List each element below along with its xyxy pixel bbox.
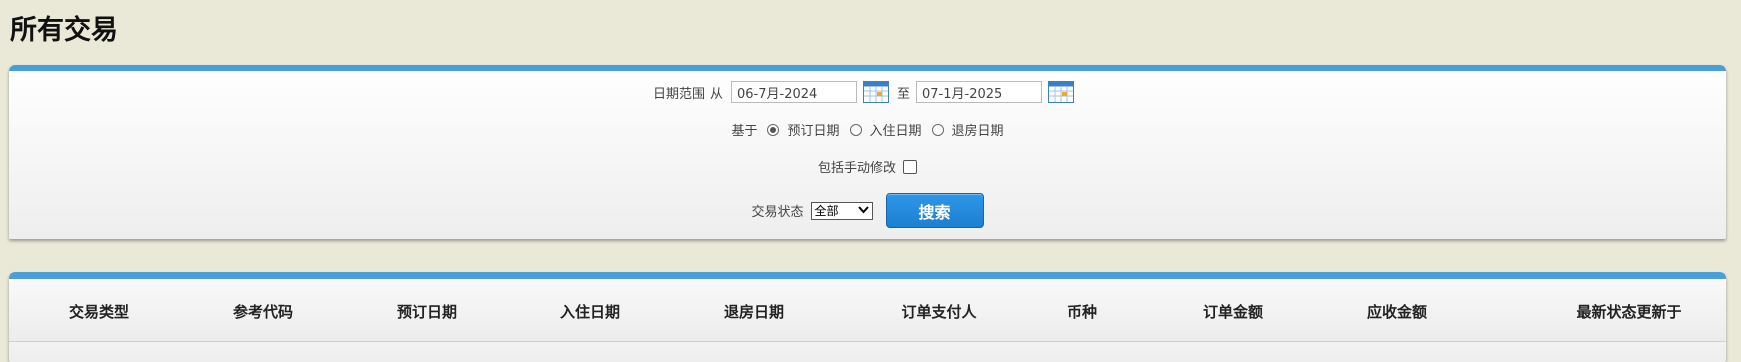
date-range-label: 日期范围 <box>652 86 705 102</box>
calendar-icon[interactable] <box>1048 81 1075 103</box>
page-title: 所有交易 <box>10 15 118 46</box>
panel-accent-bar <box>9 65 1726 71</box>
column-header[interactable]: 订单支付人 <box>864 281 1014 341</box>
calendar-icon[interactable] <box>863 81 889 103</box>
column-header[interactable]: 退房日期 <box>679 281 829 341</box>
from-date-input[interactable] <box>731 81 857 103</box>
radio-checkout-date[interactable] <box>931 123 944 136</box>
panel-accent-bar <box>9 272 1726 279</box>
column-header[interactable]: 订单金额 <box>1158 281 1308 341</box>
radio-checkout-date-label: 退房日期 <box>951 124 1004 139</box>
include-manual-label: 包括手动修改 <box>817 161 896 176</box>
status-label: 交易状态 <box>751 205 804 220</box>
date-basis-row: 基于 预订日期 入住日期 退房日期 <box>9 120 1726 139</box>
manual-edit-row: 包括手动修改 <box>9 157 1726 176</box>
status-select-value: 全部 <box>814 204 839 218</box>
search-button[interactable]: 搜索 <box>885 193 984 228</box>
search-filter-panel: 日期范围 从 至 <box>9 65 1726 239</box>
column-header[interactable]: 入住日期 <box>515 281 665 341</box>
results-panel: 交易类型 参考代码 预订日期 入住日期 退房日期 订单支付人 币种 订单金额 应… <box>9 272 1726 362</box>
column-header[interactable]: 最新状态更新于 <box>1529 281 1726 341</box>
column-header[interactable]: 参考代码 <box>188 281 338 341</box>
radio-checkin-date-label: 入住日期 <box>869 124 922 139</box>
status-select[interactable]: 全部 <box>810 201 873 220</box>
table-header: 交易类型 参考代码 预订日期 入住日期 退房日期 订单支付人 币种 订单金额 应… <box>9 281 1726 342</box>
to-label: 至 <box>897 86 911 102</box>
column-header[interactable]: 预订日期 <box>352 281 502 341</box>
from-label: 从 <box>709 86 723 102</box>
radio-checkin-date[interactable] <box>849 123 862 136</box>
radio-booking-date[interactable] <box>767 123 780 136</box>
column-header[interactable]: 交易类型 <box>24 281 174 341</box>
chevron-down-icon <box>857 204 869 217</box>
to-date-input[interactable] <box>916 81 1043 103</box>
column-header[interactable]: 应收金额 <box>1322 281 1472 341</box>
include-manual-checkbox[interactable] <box>903 159 917 174</box>
column-header[interactable]: 币种 <box>1032 281 1132 341</box>
status-row: 交易状态 全部 搜索 <box>9 193 1726 228</box>
radio-booking-date-label: 预订日期 <box>787 124 840 139</box>
based-on-label: 基于 <box>731 124 758 139</box>
date-range-row: 日期范围 从 至 <box>9 81 1726 103</box>
